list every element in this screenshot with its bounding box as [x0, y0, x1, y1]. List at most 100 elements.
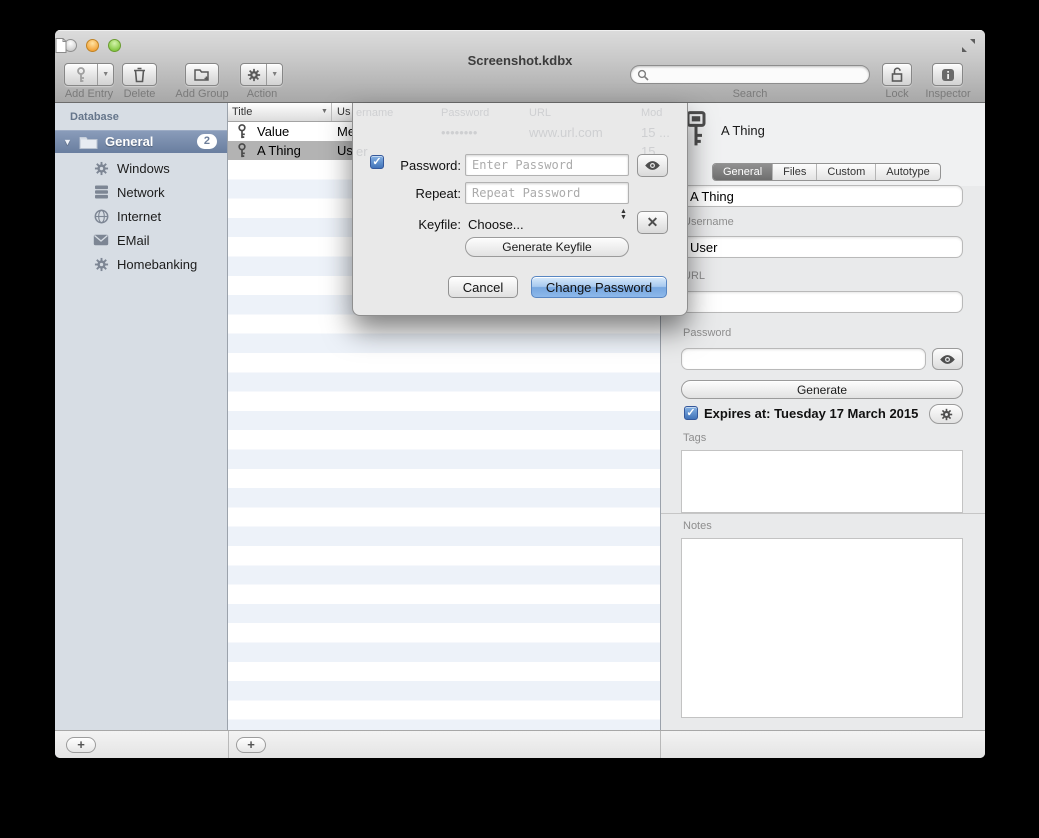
eye-icon	[939, 354, 956, 365]
search-field[interactable]	[630, 65, 870, 84]
sidebar-item-windows[interactable]: Windows	[55, 156, 227, 180]
action-button[interactable]: ▼	[240, 63, 283, 86]
change-password-button[interactable]: Change Password	[531, 276, 667, 298]
sidebar-item-homebanking[interactable]: Homebanking	[55, 252, 227, 276]
chevron-down-icon: ▼	[98, 64, 113, 85]
delete-button[interactable]	[122, 63, 157, 86]
sheet-repeat-label: Repeat:	[387, 186, 461, 201]
disclosure-triangle-icon[interactable]: ▼	[63, 137, 73, 147]
sheet-password-label: Password:	[387, 158, 461, 173]
key-icon	[685, 111, 707, 147]
column-header-username[interactable]: Us	[337, 106, 350, 118]
tab-general[interactable]: General	[713, 164, 773, 180]
sidebar-item-label: Network	[117, 185, 165, 200]
repeat-password-input[interactable]	[466, 183, 628, 203]
ghost-header-modified: Mod	[641, 107, 662, 119]
url-field[interactable]	[681, 291, 963, 313]
server-icon	[93, 184, 109, 200]
chevron-down-icon: ▼	[267, 64, 282, 85]
tags-label: Tags	[683, 432, 706, 444]
tags-box[interactable]	[681, 450, 963, 513]
gear-icon	[940, 408, 953, 421]
entry-title: Value	[257, 124, 289, 139]
group-sidebar: Database ▼ General 2 Windows Network Int…	[55, 103, 228, 730]
notes-label: Notes	[683, 520, 712, 532]
url-input[interactable]	[682, 292, 962, 312]
stepper-icons[interactable]: ▲▼	[620, 209, 627, 221]
cancel-label: Cancel	[463, 280, 503, 295]
clear-icon: ✕	[647, 214, 659, 231]
generate-keyfile-button[interactable]: Generate Keyfile	[465, 237, 629, 257]
ghost-username-value: er	[356, 144, 368, 159]
sidebar-item-label: EMail	[117, 233, 150, 248]
expiry-options-button[interactable]	[929, 404, 963, 424]
add-entry-button[interactable]: ▼	[64, 63, 114, 86]
column-divider[interactable]	[331, 103, 332, 121]
bottom-bar: + +	[55, 730, 985, 758]
sidebar-item-label: Homebanking	[117, 257, 197, 272]
notes-box[interactable]	[681, 538, 963, 718]
add-group-label: Add Group	[169, 88, 235, 100]
password-field[interactable]	[681, 348, 926, 370]
entry-title: A Thing	[257, 143, 301, 158]
username-input[interactable]	[682, 237, 962, 257]
generate-password-button[interactable]: Generate	[681, 380, 963, 399]
expires-checkbox[interactable]: ✓	[684, 406, 698, 420]
sheet-repeat-field[interactable]	[465, 182, 629, 204]
app-window: Screenshot.kdbx ▼ ▼ Add Entry Delete Add…	[55, 30, 985, 758]
delete-label: Delete	[117, 88, 162, 100]
inspector-panel: A Thing General Files Custom Autotype Us…	[660, 103, 985, 730]
new-password-input[interactable]	[466, 155, 628, 175]
key-icon	[237, 124, 247, 139]
sidebar-item-email[interactable]: EMail	[55, 228, 227, 252]
change-password-label: Change Password	[546, 280, 652, 295]
lock-button[interactable]	[882, 63, 912, 86]
password-input[interactable]	[682, 349, 925, 369]
sheet-password-field[interactable]	[465, 154, 629, 176]
username-label: Username	[683, 216, 734, 228]
username-field[interactable]	[681, 236, 963, 258]
ghost-header-password: Password	[441, 107, 489, 119]
inspector-button[interactable]	[932, 63, 963, 86]
ghost-modified-value: 15 ...	[641, 125, 670, 140]
pane-divider	[660, 731, 661, 758]
sidebar-item-network[interactable]: Network	[55, 180, 227, 204]
password-enable-checkbox[interactable]: ✓	[370, 155, 384, 169]
database-section-header: Database	[70, 111, 119, 123]
generate-label: Generate	[797, 383, 847, 397]
ghost-url-value: www.url.com	[529, 125, 603, 140]
gear-icon	[93, 160, 109, 176]
gear-icon	[241, 64, 266, 85]
pane-divider	[228, 731, 229, 758]
keyfile-popup-button[interactable]: Choose...	[468, 217, 524, 232]
column-header-title[interactable]: Title	[232, 106, 252, 118]
cancel-button[interactable]: Cancel	[448, 276, 518, 298]
notes-input[interactable]	[682, 539, 962, 717]
window-title: Screenshot.kdbx	[468, 53, 573, 68]
reveal-password-button[interactable]	[932, 348, 963, 370]
title-field[interactable]	[681, 185, 963, 207]
generate-keyfile-label: Generate Keyfile	[502, 240, 591, 254]
envelope-icon	[93, 232, 109, 248]
lock-open-icon	[891, 67, 903, 82]
tab-files[interactable]: Files	[773, 164, 817, 180]
add-entry-plus-button[interactable]: +	[236, 737, 266, 753]
sidebar-item-internet[interactable]: Internet	[55, 204, 227, 228]
search-input[interactable]	[649, 68, 849, 82]
clear-keyfile-button[interactable]: ✕	[637, 211, 668, 234]
expires-text: Expires at: Tuesday 17 March 2015	[704, 406, 918, 421]
ghost-header-url: URL	[529, 107, 551, 119]
add-group-button[interactable]	[185, 63, 219, 86]
tags-input[interactable]	[682, 451, 962, 512]
title-input[interactable]	[682, 186, 962, 206]
eye-icon	[644, 160, 661, 171]
tab-custom[interactable]: Custom	[817, 164, 876, 180]
add-group-plus-button[interactable]: +	[66, 737, 96, 753]
fullscreen-icon[interactable]	[961, 38, 976, 53]
sidebar-item-general[interactable]: ▼ General 2	[55, 130, 227, 153]
trash-icon	[133, 67, 146, 83]
sheet-reveal-password-button[interactable]	[637, 154, 668, 177]
action-label: Action	[235, 88, 289, 100]
sheet-keyfile-label: Keyfile:	[387, 217, 461, 232]
tab-autotype[interactable]: Autotype	[876, 164, 939, 180]
